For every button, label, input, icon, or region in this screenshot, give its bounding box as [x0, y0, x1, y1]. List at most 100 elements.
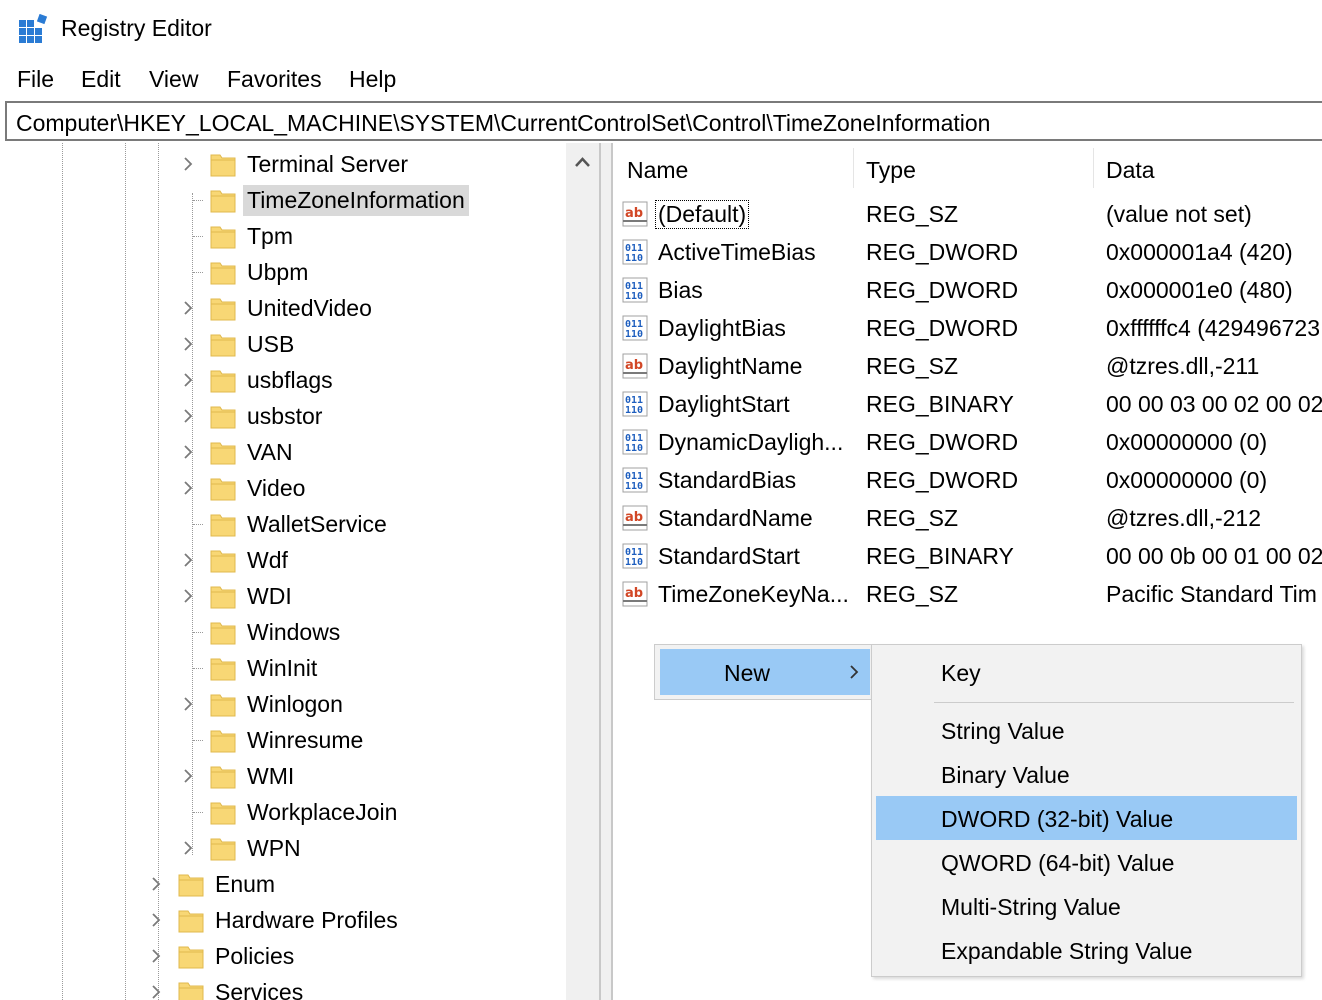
value-row[interactable]: 011 110 StandardStart REG_BINARY 00 00 0b 00… — [613, 537, 1322, 575]
folder-icon — [209, 654, 237, 682]
chevron-right-icon[interactable] — [147, 983, 165, 1000]
column-header-name[interactable]: Name — [613, 143, 853, 193]
tree-item-wdi[interactable]: WDI — [5, 578, 565, 614]
submenu-binary-value[interactable]: Binary Value — [876, 752, 1297, 796]
value-row[interactable]: ab TimeZoneKeyNa... REG_SZ Pacific Standard… — [613, 575, 1322, 613]
binary-value-icon: 011 110 — [622, 314, 650, 342]
chevron-right-icon[interactable] — [179, 479, 197, 497]
string-value-icon: ab — [622, 580, 650, 608]
column-header-data[interactable]: Data — [1094, 143, 1322, 193]
value-row[interactable]: ab StandardName REG_SZ @tzres.dll,-212 — [613, 499, 1322, 537]
window-title: Registry Editor — [61, 15, 212, 41]
tree-item-policies[interactable]: Policies — [5, 938, 565, 974]
submenu-qword-value[interactable]: QWORD (64-bit) Value — [876, 840, 1297, 884]
submenu-string-value[interactable]: String Value — [876, 708, 1297, 752]
tree-item-ubpm[interactable]: Ubpm — [5, 254, 565, 290]
chevron-right-icon[interactable] — [147, 911, 165, 929]
value-row[interactable]: 011 110 StandardBias REG_DWORD 0x00000000 (0… — [613, 461, 1322, 499]
string-value-icon: ab — [622, 200, 650, 228]
binary-value-icon: 011 110 — [622, 466, 650, 494]
tree-item-terminal-server[interactable]: Terminal Server — [5, 146, 565, 182]
folder-icon — [209, 366, 237, 394]
tree-item-winresume[interactable]: Winresume — [5, 722, 565, 758]
tree-item-usbstor[interactable]: usbstor — [5, 398, 565, 434]
value-row[interactable]: 011 110 DaylightStart REG_BINARY 00 00 03 00… — [613, 385, 1322, 423]
pane-splitter[interactable] — [599, 143, 613, 1000]
submenu-multi-string-value[interactable]: Multi-String Value — [876, 884, 1297, 928]
chevron-right-icon[interactable] — [179, 767, 197, 785]
context-menu-new[interactable]: New — [660, 649, 870, 695]
tree-item-wmi[interactable]: WMI — [5, 758, 565, 794]
value-type: REG_DWORD — [866, 315, 1019, 341]
chevron-right-icon[interactable] — [179, 299, 197, 317]
tree-pane[interactable]: Terminal Server TimeZoneInformation Tpm Ubp… — [5, 143, 599, 1000]
chevron-right-icon[interactable] — [179, 335, 197, 353]
chevron-right-icon[interactable] — [179, 695, 197, 713]
value-row[interactable]: ab DaylightName REG_SZ @tzres.dll,-211 — [613, 347, 1322, 385]
tree-item-usb[interactable]: USB — [5, 326, 565, 362]
menu-file[interactable]: File — [17, 66, 54, 93]
tree-item-video[interactable]: Video — [5, 470, 565, 506]
tree-item-timezoneinformation[interactable]: TimeZoneInformation — [5, 182, 565, 218]
menu-favorites[interactable]: Favorites — [227, 66, 322, 93]
tree-item-unitedvideo[interactable]: UnitedVideo — [5, 290, 565, 326]
chevron-right-icon[interactable] — [147, 947, 165, 965]
tree-item-winlogon[interactable]: Winlogon — [5, 686, 565, 722]
scroll-up-button[interactable] — [566, 143, 599, 179]
column-header-type[interactable]: Type — [854, 143, 1094, 193]
context-menu: New — [654, 644, 872, 700]
binary-value-icon: 011 110 — [622, 428, 650, 456]
column-data-label: Data — [1106, 157, 1155, 183]
submenu-expandable-string-value[interactable]: Expandable String Value — [876, 928, 1297, 972]
chevron-right-icon[interactable] — [179, 551, 197, 569]
address-bar[interactable]: Computer\HKEY_LOCAL_MACHINE\SYSTEM\Curre… — [5, 101, 1322, 141]
value-row[interactable]: 011 110 Bias REG_DWORD 0x000001e0 (480) — [613, 271, 1322, 309]
submenu-label: QWORD (64-bit) Value — [941, 850, 1175, 876]
tree-item-tpm[interactable]: Tpm — [5, 218, 565, 254]
value-name: DaylightStart — [658, 391, 790, 417]
tree-item-windows[interactable]: Windows — [5, 614, 565, 650]
value-row[interactable]: 011 110 DynamicDayligh... REG_DWORD 0x000000… — [613, 423, 1322, 461]
tree-item-walletservice[interactable]: WalletService — [5, 506, 565, 542]
submenu-dword-value[interactable]: DWORD (32-bit) Value — [876, 796, 1297, 840]
tree-item-usbflags[interactable]: usbflags — [5, 362, 565, 398]
value-name: Bias — [658, 277, 703, 303]
chevron-up-icon — [575, 157, 590, 167]
tree-item-hardware-profiles[interactable]: Hardware Profiles — [5, 902, 565, 938]
binary-value-icon: 011 110 — [622, 276, 650, 304]
tree-item-label: Windows — [247, 619, 341, 645]
tree-item-services[interactable]: Services — [5, 974, 565, 1000]
chevron-right-icon[interactable] — [179, 443, 197, 461]
tree-item-enum[interactable]: Enum — [5, 866, 565, 902]
chevron-right-icon[interactable] — [179, 587, 197, 605]
submenu-key[interactable]: Key — [876, 650, 1297, 694]
submenu-label: Binary Value — [941, 762, 1070, 788]
menu-edit[interactable]: Edit — [81, 66, 121, 93]
svg-text:110: 110 — [625, 329, 643, 340]
tree-item-van[interactable]: VAN — [5, 434, 565, 470]
tree-item-wininit[interactable]: WinInit — [5, 650, 565, 686]
tree-connector — [193, 740, 203, 741]
value-row[interactable]: 011 110 ActiveTimeBias REG_DWORD 0x000001a4 … — [613, 233, 1322, 271]
menu-view[interactable]: View — [149, 66, 198, 93]
value-row[interactable]: 011 110 DaylightBias REG_DWORD 0xffffffc4 (4… — [613, 309, 1322, 347]
chevron-right-icon[interactable] — [179, 839, 197, 857]
value-row[interactable]: ab (Default) REG_SZ (value not set) — [613, 195, 1322, 233]
tree-item-workplacejoin[interactable]: WorkplaceJoin — [5, 794, 565, 830]
tree-item-wdf[interactable]: Wdf — [5, 542, 565, 578]
chevron-right-icon[interactable] — [147, 875, 165, 893]
address-path[interactable]: Computer\HKEY_LOCAL_MACHINE\SYSTEM\Curre… — [16, 110, 990, 137]
string-value-icon: ab — [622, 504, 650, 532]
folder-icon — [209, 582, 237, 610]
new-submenu: Key String Value Binary Value DWORD (32-… — [871, 644, 1302, 977]
tree-scrollbar[interactable] — [566, 143, 599, 1000]
tree-item-label: USB — [247, 331, 295, 357]
menu-help[interactable]: Help — [349, 66, 396, 93]
value-data: @tzres.dll,-212 — [1106, 505, 1262, 531]
chevron-right-icon[interactable] — [179, 371, 197, 389]
chevron-right-icon[interactable] — [179, 155, 197, 173]
chevron-right-icon[interactable] — [179, 407, 197, 425]
chevron-right-icon — [850, 665, 859, 679]
value-type: REG_DWORD — [866, 429, 1019, 455]
tree-item-wpn[interactable]: WPN — [5, 830, 565, 866]
